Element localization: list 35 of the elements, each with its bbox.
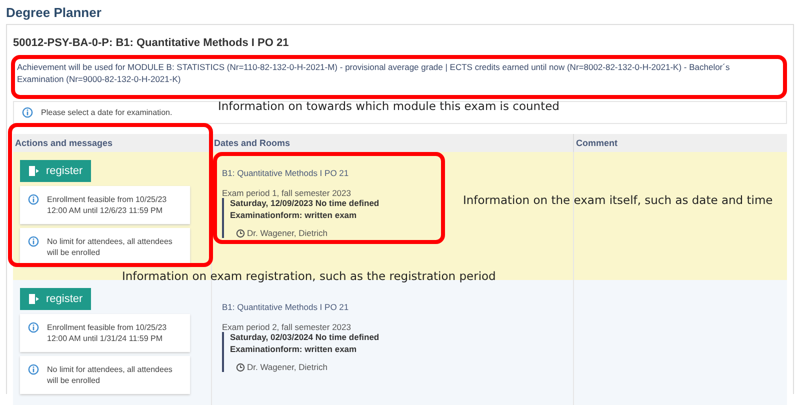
register-button[interactable]: register — [20, 288, 91, 310]
register-button[interactable]: register — [20, 160, 91, 182]
message-text: No limit for attendees, all attendees will be enrolled — [47, 364, 174, 386]
message-text: Enrollment feasible from 10/25/23 12:00 AM until 1/31/24 11:59 PM — [47, 322, 168, 344]
exam-date: Saturday, 02/03/2024 No time defined — [230, 332, 380, 342]
info-icon — [22, 107, 33, 118]
exam-date: Saturday, 12/09/2023 No time defined — [230, 198, 380, 208]
module-title: 50012-PSY-BA-0-P: B1: Quantitative Methods I PO 21 — [13, 37, 290, 49]
clock-icon — [236, 362, 245, 372]
exam-period: Exam period 1, fall semester 2023 — [222, 188, 352, 198]
info-icon — [28, 322, 39, 333]
annotation-text: Information on exam registration, such as the registration period — [122, 269, 496, 283]
info-icon — [28, 194, 39, 205]
course-name: B1: Quantitative Methods I PO 21 — [222, 302, 350, 312]
achievement-text: Achievement will be used for MODULE B: STATISTICS (Nr=110-82-132-0-H-2021-M) - provisional average grade | ECTS credits earned until now (Nr=8002-82-132-0-H-2021-K) - Bachelor´s Examination (Nr=9000-82-132-0-H-2021-K) — [17, 61, 731, 85]
annotation-text: Information on towards which module this exam is counted — [218, 99, 560, 113]
page-title: Degree Planner — [5, 4, 102, 22]
info-icon — [28, 236, 39, 247]
examiner-name: Dr. Wagener, Dietrich — [247, 228, 328, 238]
annotation-text: Information on the exam itself, such as date and time — [463, 193, 773, 207]
examiner-name: Dr. Wagener, Dietrich — [247, 362, 328, 372]
course-name: B1: Quantitative Methods I PO 21 — [222, 168, 350, 178]
exam-form: Examinationform: written exam — [230, 344, 357, 354]
exit-door-icon — [28, 293, 40, 305]
info-icon — [28, 364, 39, 375]
notice-text: Please select a date for examination. — [41, 108, 172, 117]
column-header: Actions and messages — [13, 134, 211, 152]
exam-form: Examinationform: written exam — [230, 210, 357, 220]
exam-period: Exam period 2, fall semester 2023 — [222, 322, 352, 332]
message-text: Enrollment feasible from 10/25/23 12:00 AM until 12/6/23 11:59 PM — [47, 194, 168, 216]
message-text: No limit for attendees, all attendees will be enrolled — [47, 236, 174, 258]
column-header: Comment — [573, 134, 787, 152]
column-header: Dates and Rooms — [211, 134, 573, 152]
clock-icon — [236, 228, 245, 238]
exit-door-icon — [28, 165, 40, 177]
